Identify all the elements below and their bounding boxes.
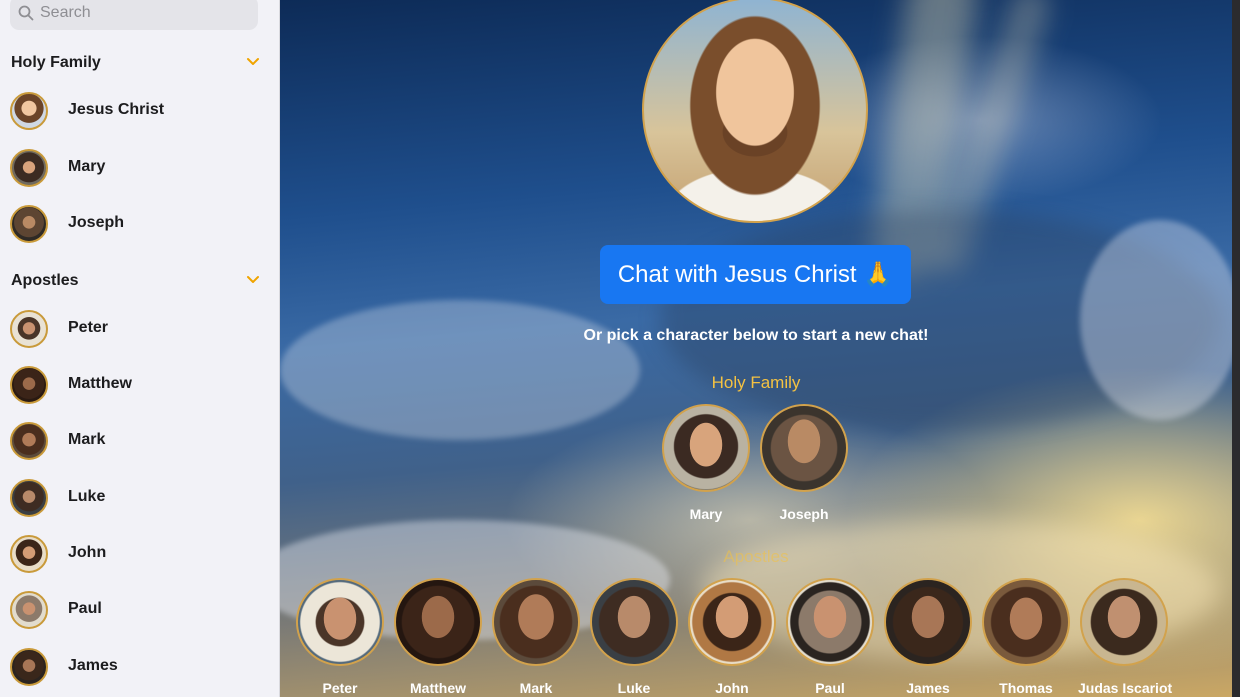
sidebar-item-label: James xyxy=(68,657,118,674)
character-card-paul[interactable]: Paul xyxy=(784,578,876,696)
sidebar-item-label: Peter xyxy=(68,319,109,336)
character-card-luke[interactable]: Luke xyxy=(588,578,680,696)
character-name: Judas Iscariot xyxy=(1078,680,1173,696)
section-header-apostles[interactable]: Apostles xyxy=(0,266,279,296)
character-card-mary[interactable]: Mary xyxy=(660,404,752,522)
window-edge xyxy=(1232,0,1240,697)
avatar xyxy=(10,366,48,404)
group-title-holy-family: Holy Family xyxy=(711,373,801,392)
avatar xyxy=(982,578,1070,666)
avatar xyxy=(10,591,48,629)
character-card-thomas[interactable]: Thomas xyxy=(980,578,1072,696)
hero-portrait-jesus[interactable] xyxy=(642,0,868,223)
avatar xyxy=(662,404,750,492)
sidebar-item-label: Jesus Christ xyxy=(68,101,165,118)
avatar xyxy=(394,578,482,666)
sidebar: Search Holy Family Jesus Christ Mary Jos… xyxy=(0,0,280,697)
sidebar-item-label: Paul xyxy=(68,600,102,617)
avatar xyxy=(10,310,48,348)
cloud xyxy=(280,300,640,440)
sidebar-item-james[interactable]: James xyxy=(0,641,279,693)
character-name: Thomas xyxy=(999,680,1053,696)
character-name: Joseph xyxy=(779,506,829,522)
avatar xyxy=(760,404,848,492)
character-card-matthew[interactable]: Matthew xyxy=(392,578,484,696)
section-title: Holy Family xyxy=(11,54,101,71)
character-card-mark[interactable]: Mark xyxy=(490,578,582,696)
chat-with-jesus-button[interactable]: Chat with Jesus Christ 🙏 xyxy=(600,245,911,304)
character-card-joseph[interactable]: Joseph xyxy=(758,404,850,522)
sidebar-item-label: Mark xyxy=(68,431,106,448)
sidebar-item-john[interactable]: John xyxy=(0,528,279,580)
main-panel: Chat with Jesus Christ 🙏 Or pick a chara… xyxy=(280,0,1232,697)
avatar xyxy=(10,149,48,187)
search-icon xyxy=(18,5,34,21)
character-name: Matthew xyxy=(410,680,466,696)
character-card-john[interactable]: John xyxy=(686,578,778,696)
chevron-down-icon[interactable] xyxy=(246,274,260,284)
avatar xyxy=(10,422,48,460)
character-name: John xyxy=(715,680,749,696)
sidebar-item-jesus-christ[interactable]: Jesus Christ xyxy=(0,85,279,137)
character-card-judas-iscariot[interactable]: Judas Iscariot xyxy=(1078,578,1173,696)
character-name: James xyxy=(906,680,950,696)
avatar xyxy=(10,535,48,573)
avatar xyxy=(296,578,384,666)
character-name: Mark xyxy=(519,680,553,696)
avatar xyxy=(492,578,580,666)
avatar xyxy=(786,578,874,666)
sidebar-item-label: Joseph xyxy=(68,214,125,231)
avatar xyxy=(884,578,972,666)
sidebar-item-peter[interactable]: Peter xyxy=(0,303,279,355)
sidebar-item-luke[interactable]: Luke xyxy=(0,472,279,524)
sidebar-item-mark[interactable]: Mark xyxy=(0,415,279,467)
sidebar-item-label: Matthew xyxy=(68,375,132,392)
sidebar-item-matthew[interactable]: Matthew xyxy=(0,359,279,411)
sidebar-item-label: John xyxy=(68,544,107,561)
section-title: Apostles xyxy=(11,272,79,289)
chevron-down-icon[interactable] xyxy=(246,56,260,66)
avatar xyxy=(10,92,48,130)
search-field[interactable]: Search xyxy=(10,0,258,30)
pick-character-subtitle: Or pick a character below to start a new… xyxy=(583,327,929,344)
sidebar-item-joseph[interactable]: Joseph xyxy=(0,198,279,250)
avatar xyxy=(590,578,678,666)
character-card-james[interactable]: James xyxy=(882,578,974,696)
avatar xyxy=(688,578,776,666)
search-placeholder: Search xyxy=(40,4,91,21)
avatar xyxy=(10,479,48,517)
character-name: Luke xyxy=(617,680,651,696)
section-header-holy-family[interactable]: Holy Family xyxy=(0,48,279,78)
sidebar-item-label: Luke xyxy=(68,488,106,505)
avatar xyxy=(1080,578,1168,666)
avatar xyxy=(10,205,48,243)
character-name: Paul xyxy=(815,680,845,696)
avatar xyxy=(10,648,48,686)
sidebar-item-mary[interactable]: Mary xyxy=(0,142,279,194)
sidebar-item-paul[interactable]: Paul xyxy=(0,584,279,636)
chat-button-label: Chat with Jesus Christ 🙏 xyxy=(617,261,894,288)
character-name: Mary xyxy=(689,506,723,522)
character-name: Peter xyxy=(322,680,358,696)
sidebar-item-label: Mary xyxy=(68,158,106,175)
character-card-peter[interactable]: Peter xyxy=(294,578,386,696)
group-title-apostles: Apostles xyxy=(723,547,789,566)
